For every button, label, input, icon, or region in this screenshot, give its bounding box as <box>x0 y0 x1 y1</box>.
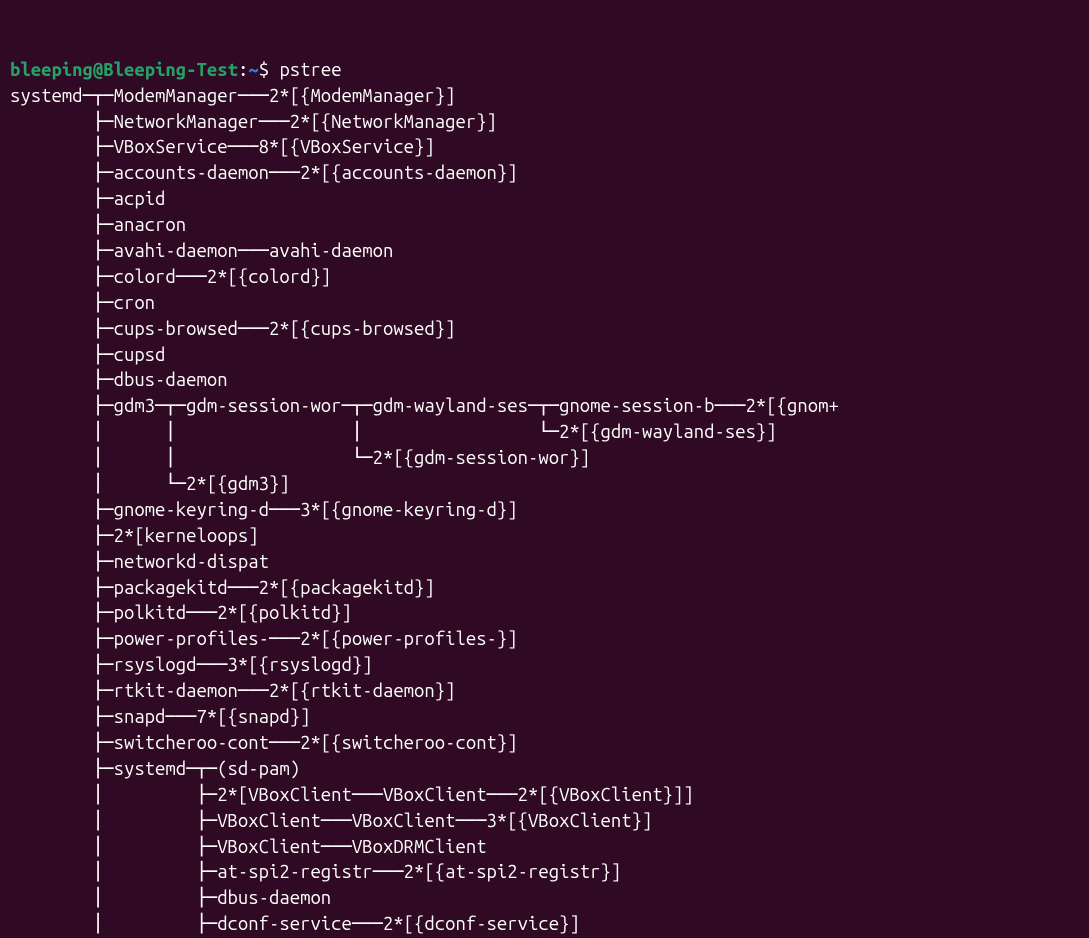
tree-line: │ │ │ └─2*[{gdm-wayland-ses}] <box>10 422 777 442</box>
tree-line: │ └─2*[{gdm3}] <box>10 474 290 494</box>
tree-line: ├─cupsd <box>10 345 165 365</box>
prompt-user: bleeping <box>10 60 93 80</box>
tree-line: ├─polkitd───2*[{polkitd}] <box>10 603 352 623</box>
prompt-colon: : <box>238 60 248 80</box>
tree-line: ├─power-profiles-───2*[{power-profiles-}… <box>10 629 518 649</box>
tree-line: ├─cups-browsed───2*[{cups-browsed}] <box>10 319 455 339</box>
tree-line: ├─anacron <box>10 215 186 235</box>
tree-line: ├─avahi-daemon───avahi-daemon <box>10 241 393 261</box>
prompt-path: ~ <box>248 60 258 80</box>
tree-line: ├─rsyslogd───3*[{rsyslogd}] <box>10 655 373 675</box>
tree-line: │ ├─VBoxClient───VBoxDRMClient <box>10 837 487 857</box>
tree-line: │ │ └─2*[{gdm-session-wor}] <box>10 448 590 468</box>
tree-line: │ ├─at-spi2-registr───2*[{at-spi2-regist… <box>10 862 621 882</box>
tree-line: ├─dbus-daemon <box>10 370 228 390</box>
tree-line: ├─gdm3─┬─gdm-session-wor─┬─gdm-wayland-s… <box>10 396 839 416</box>
tree-line: │ ├─dbus-daemon <box>10 888 331 908</box>
tree-line: │ ├─dconf-service───2*[{dconf-service}] <box>10 914 580 934</box>
tree-line: systemd─┬─ModemManager───2*[{ModemManage… <box>10 86 455 106</box>
tree-line: ├─accounts-daemon───2*[{accounts-daemon}… <box>10 163 518 183</box>
terminal-output: bleeping@Bleeping-Test:~$ pstree systemd… <box>10 60 839 934</box>
tree-line: │ ├─2*[VBoxClient───VBoxClient───2*[{VBo… <box>10 785 694 805</box>
prompt: bleeping@Bleeping-Test:~$ pstree <box>10 60 342 80</box>
command-text: pstree <box>279 60 341 80</box>
tree-line: ├─gnome-keyring-d───3*[{gnome-keyring-d}… <box>10 500 518 520</box>
tree-line: ├─cron <box>10 293 155 313</box>
tree-line: ├─systemd─┬─(sd-pam) <box>10 759 300 779</box>
tree-line: ├─2*[kerneloops] <box>10 526 259 546</box>
tree-line: ├─networkd-dispat <box>10 552 269 572</box>
tree-line: ├─rtkit-daemon───2*[{rtkit-daemon}] <box>10 681 455 701</box>
tree-line: ├─acpid <box>10 189 165 209</box>
tree-line: │ ├─VBoxClient───VBoxClient───3*[{VBoxCl… <box>10 811 652 831</box>
tree-line: ├─VBoxService───8*[{VBoxService}] <box>10 137 435 157</box>
prompt-at: @ <box>93 60 103 80</box>
tree-line: ├─snapd───7*[{snapd}] <box>10 707 310 727</box>
tree-line: ├─packagekitd───2*[{packagekitd}] <box>10 578 435 598</box>
tree-line: ├─NetworkManager───2*[{NetworkManager}] <box>10 112 497 132</box>
prompt-sep: $ <box>259 60 280 80</box>
tree-line: ├─switcheroo-cont───2*[{switcheroo-cont}… <box>10 733 518 753</box>
prompt-host: Bleeping-Test <box>103 60 238 80</box>
tree-line: ├─colord───2*[{colord}] <box>10 267 331 287</box>
